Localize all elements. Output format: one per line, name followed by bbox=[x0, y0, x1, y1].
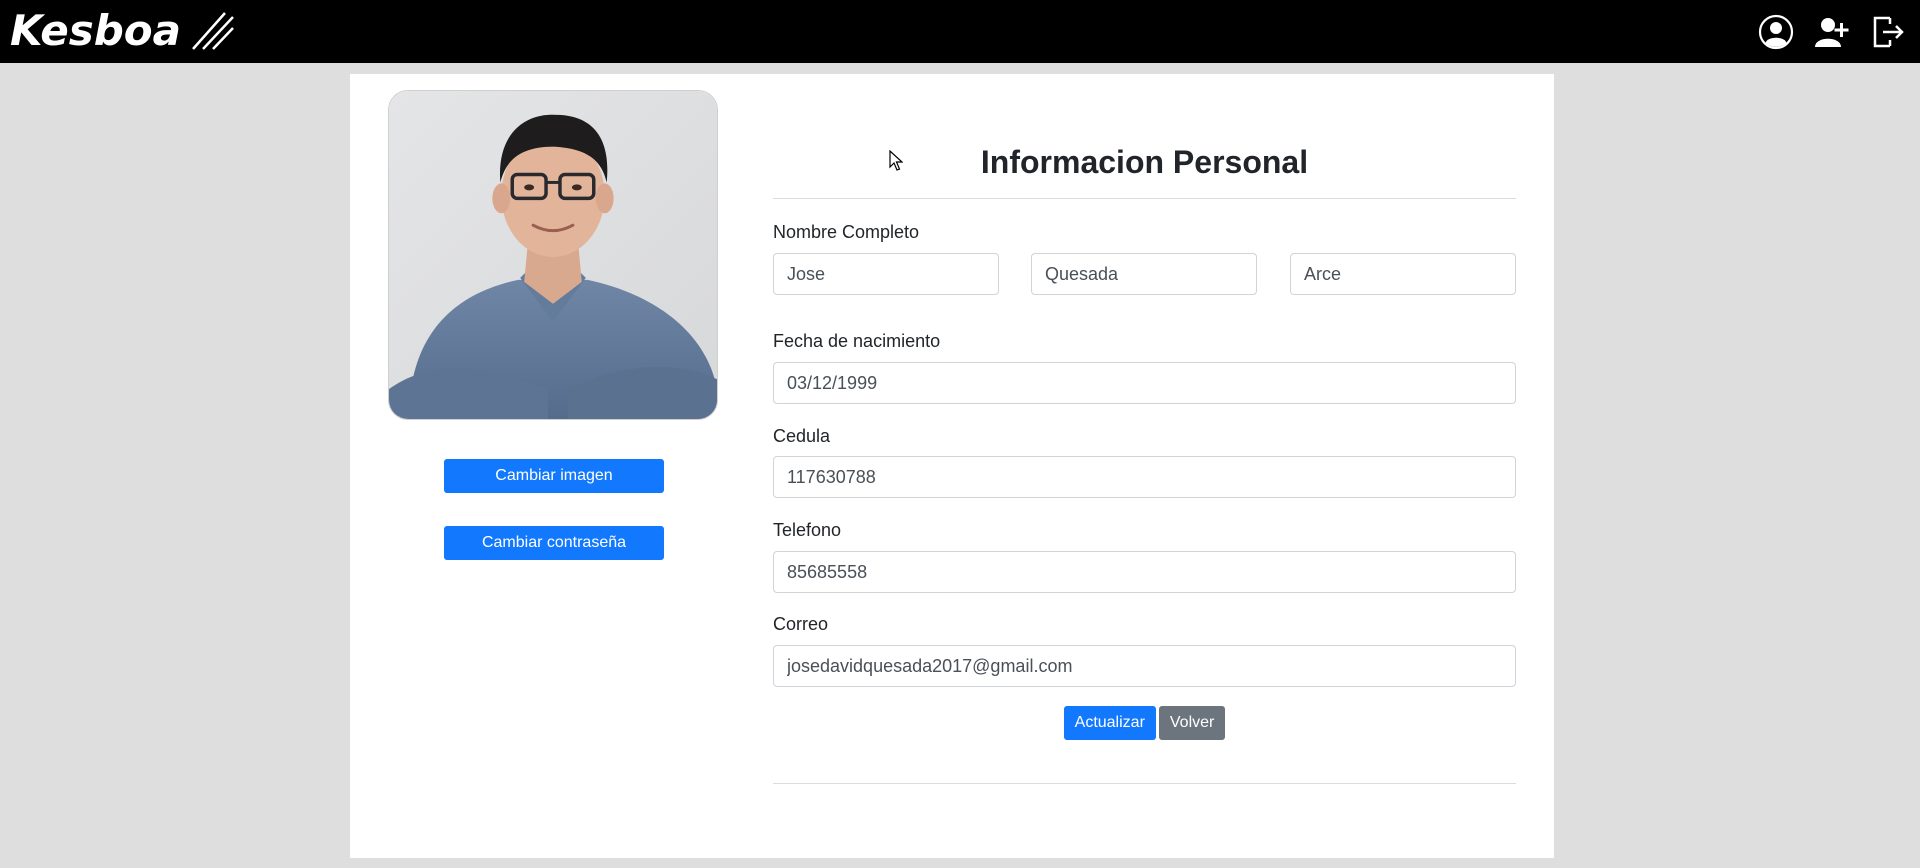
top-navbar: Kesboa bbox=[0, 0, 1920, 63]
back-button[interactable]: Volver bbox=[1158, 706, 1226, 740]
full-name-label: Nombre Completo bbox=[773, 222, 920, 242]
form-actions: Actualizar Volver bbox=[773, 706, 1516, 740]
brand-name: Kesboa bbox=[10, 6, 181, 55]
change-image-button[interactable]: Cambiar imagen bbox=[444, 459, 664, 493]
title-divider bbox=[773, 198, 1516, 199]
bottom-divider bbox=[773, 783, 1516, 784]
profile-card: Cambiar imagen Cambiar contraseña Inform… bbox=[350, 74, 1554, 858]
user-circle-icon[interactable] bbox=[1758, 14, 1794, 50]
mouse-cursor-icon bbox=[889, 150, 903, 171]
email-label: Correo bbox=[773, 614, 829, 634]
brand-logo[interactable]: Kesboa bbox=[10, 6, 235, 56]
birth-date-input[interactable] bbox=[773, 362, 1516, 404]
update-button[interactable]: Actualizar bbox=[1063, 706, 1156, 740]
birth-date-label: Fecha de nacimiento bbox=[773, 331, 941, 351]
id-input[interactable] bbox=[773, 456, 1516, 498]
add-user-icon[interactable] bbox=[1814, 14, 1850, 50]
page-title: Informacion Personal bbox=[980, 144, 1309, 180]
phone-input[interactable] bbox=[773, 551, 1516, 593]
change-password-button[interactable]: Cambiar contraseña bbox=[444, 526, 664, 560]
first-last-name-input[interactable] bbox=[1031, 253, 1257, 295]
navbar-actions bbox=[1758, 0, 1906, 63]
logout-icon[interactable] bbox=[1870, 14, 1906, 50]
profile-photo bbox=[388, 90, 718, 420]
profile-photo-column: Cambiar imagen Cambiar contraseña bbox=[388, 90, 718, 560]
id-label: Cedula bbox=[773, 426, 831, 446]
phone-label: Telefono bbox=[773, 520, 842, 540]
first-name-input[interactable] bbox=[773, 253, 999, 295]
email-input[interactable] bbox=[773, 645, 1516, 687]
second-last-name-input[interactable] bbox=[1290, 253, 1516, 295]
brand-slashes-icon bbox=[192, 12, 234, 50]
